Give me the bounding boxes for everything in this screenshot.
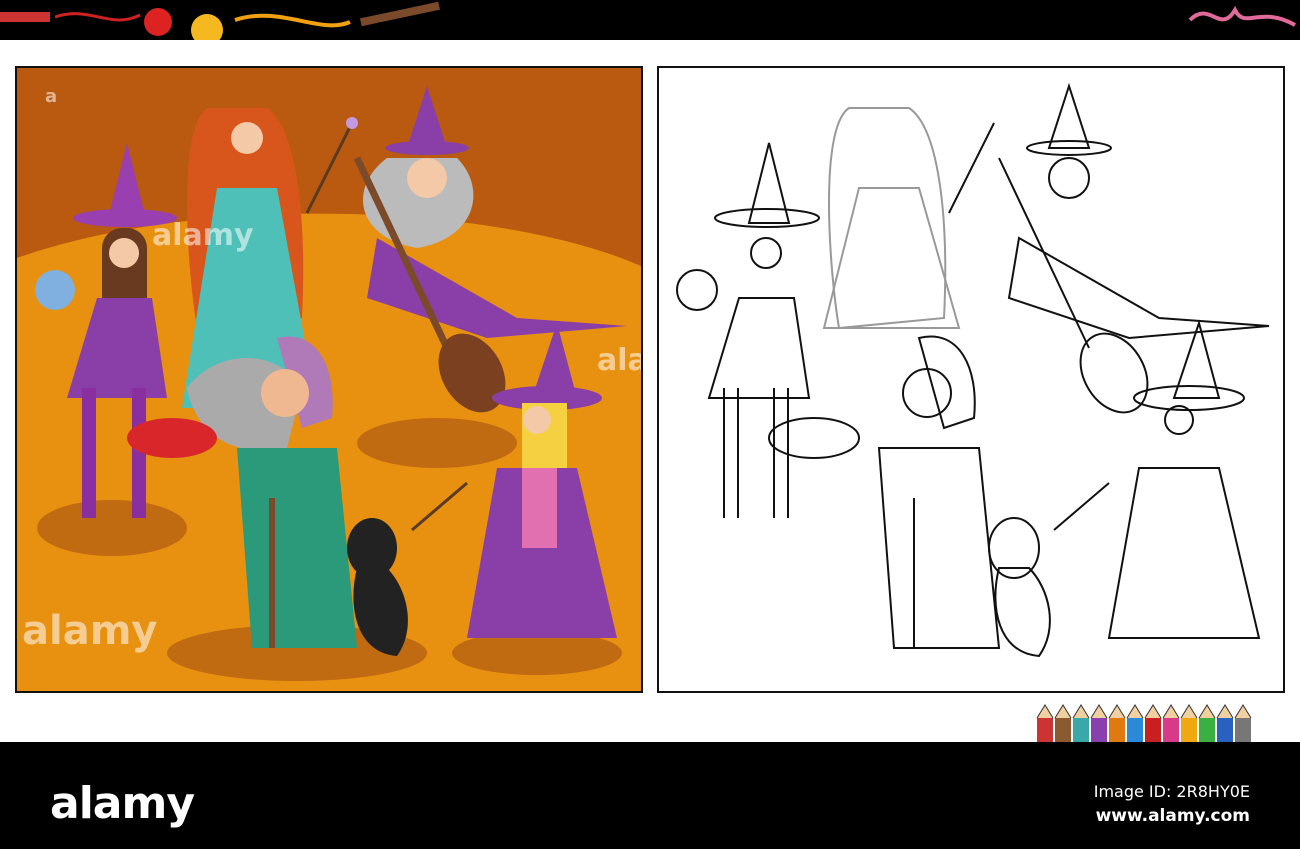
pencil-icon: [0, 12, 50, 22]
alamy-logo: alamy: [50, 778, 195, 829]
squiggle-icon: [1188, 5, 1296, 27]
color-illustration-panel: a alamy alamy alamy: [15, 66, 643, 693]
outline-witches-illustration: [676, 82, 1270, 658]
brush-icon: [360, 1, 440, 27]
sun-icon: [191, 14, 223, 40]
ladybug-icon: [144, 8, 172, 36]
image-id-text: Image ID: 2R8HY0E: [1093, 782, 1250, 801]
website-link[interactable]: www.alamy.com: [1096, 806, 1250, 826]
watermark-text: alamy: [22, 608, 158, 654]
watermark-text: alamy: [597, 343, 641, 378]
top-decoration-bar: [0, 0, 1300, 40]
coloring-outline-panel: [657, 66, 1285, 693]
watermark-text: alamy: [152, 218, 254, 253]
art-supplies-decoration: [0, 1, 1296, 40]
footer-bar: alamy Image ID: 2R8HY0E www.alamy.com: [0, 742, 1300, 849]
color-witches-illustration: [17, 68, 641, 691]
